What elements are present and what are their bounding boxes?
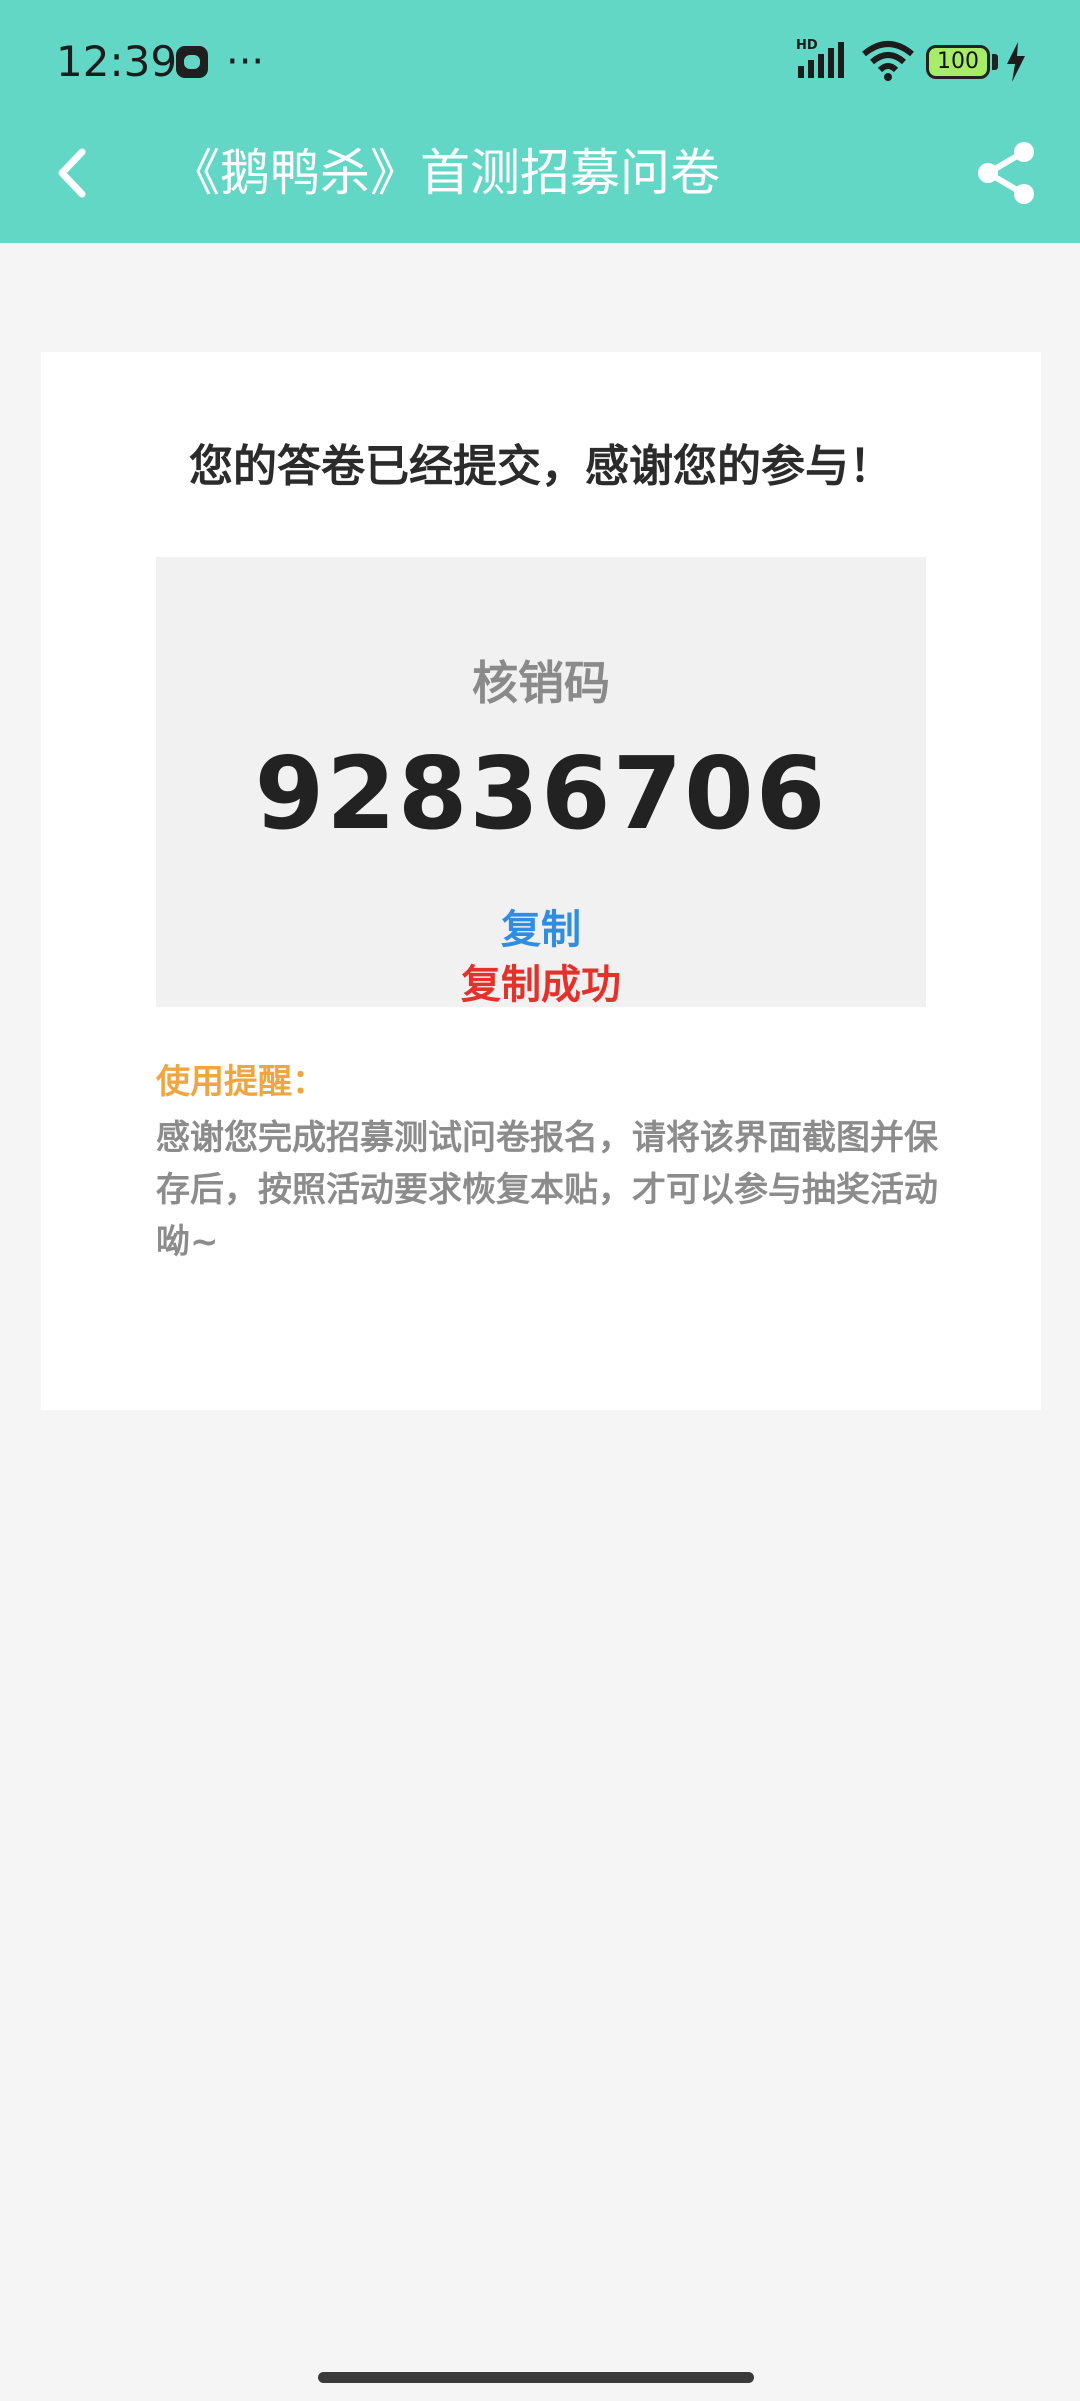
signal-icon bbox=[798, 42, 844, 78]
page-title: 《鹅鸭杀》首测招募问卷 bbox=[170, 144, 720, 202]
chevron-left-icon[interactable] bbox=[44, 138, 104, 208]
redeem-code-box: 核销码 92836706 复制 复制成功 bbox=[156, 557, 926, 1008]
result-card: 您的答卷已经提交，感谢您的参与！ 核销码 92836706 复制 复制成功 使用… bbox=[41, 352, 1041, 1410]
notice-body: 感谢您完成招募测试问卷报名，请将该界面截图并保存后，按照活动要求恢复本贴，才可以… bbox=[156, 1118, 938, 1262]
more-notifications-icon: ··· bbox=[226, 39, 265, 85]
copy-success-text: 复制成功 bbox=[461, 962, 621, 1008]
status-time: 12:39 bbox=[56, 37, 178, 86]
share-icon[interactable] bbox=[974, 140, 1040, 206]
notice-title: 使用提醒： bbox=[156, 1062, 326, 1102]
battery-tip bbox=[992, 54, 998, 70]
wifi-icon bbox=[862, 41, 914, 81]
charging-icon bbox=[1007, 42, 1025, 82]
submission-headline: 您的答卷已经提交，感谢您的参与！ bbox=[189, 441, 893, 492]
battery-icon: 100 bbox=[926, 45, 990, 79]
home-indicator[interactable] bbox=[318, 2372, 754, 2383]
copy-button[interactable]: 复制 bbox=[156, 897, 926, 955]
battery-level: 100 bbox=[937, 49, 979, 74]
redeem-code-label: 核销码 bbox=[472, 656, 610, 710]
app-notification-icon bbox=[176, 46, 208, 78]
status-bar: 12:39 ··· HD 100 bbox=[0, 0, 1080, 125]
redeem-code-value: 92836706 bbox=[254, 735, 828, 852]
